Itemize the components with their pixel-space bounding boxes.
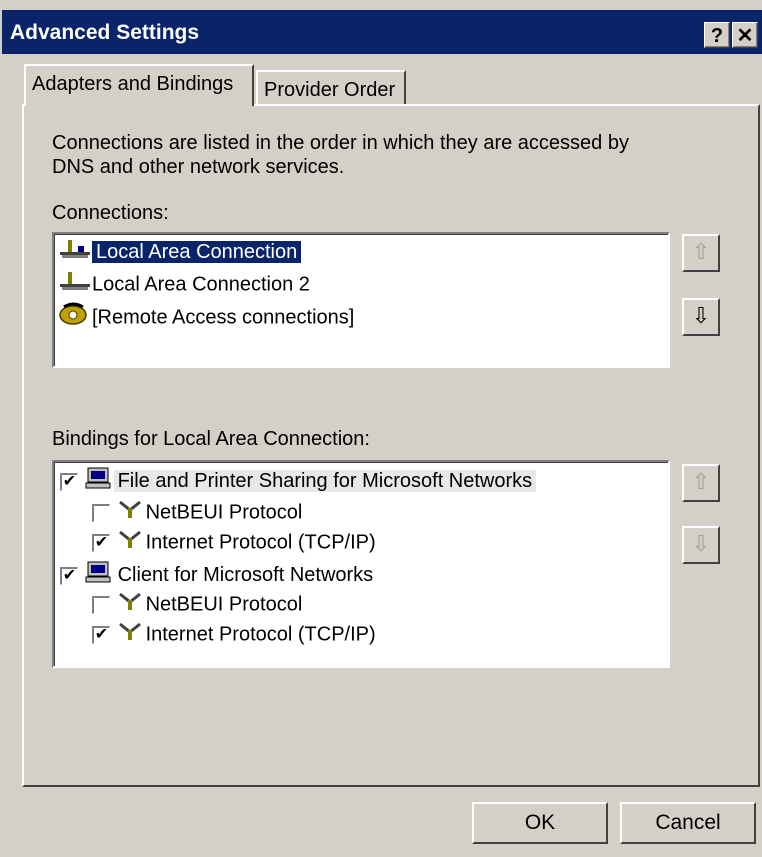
- connections-list[interactable]: Local Area Connection Local Area Connect…: [52, 232, 670, 368]
- dialup-phone-icon: [58, 302, 92, 334]
- list-item[interactable]: Local Area Connection: [58, 238, 302, 268]
- connection-label: Local Area Connection: [92, 241, 302, 264]
- tab-provider-order[interactable]: Provider Order: [256, 70, 406, 106]
- help-button[interactable]: ?: [704, 22, 730, 48]
- list-item[interactable]: NetBEUI Protocol: [92, 498, 302, 526]
- list-item[interactable]: ✔ Client for Microsoft Networks: [60, 560, 377, 588]
- binding-label: Client for Microsoft Networks: [117, 564, 374, 587]
- protocol-icon: [116, 590, 146, 620]
- binding-move-up-button[interactable]: ⇧: [682, 464, 720, 502]
- close-button[interactable]: ✕: [732, 22, 758, 48]
- connection-label: Local Area Connection 2: [92, 273, 310, 296]
- dialog-title: Advanced Settings: [10, 21, 200, 44]
- list-item[interactable]: ✔ Internet Protocol (TCP/IP): [92, 528, 376, 556]
- ok-button[interactable]: OK: [472, 802, 608, 844]
- tab-panel: Connections are listed in the order in w…: [22, 104, 760, 787]
- binding-label: Internet Protocol (TCP/IP): [145, 623, 376, 646]
- list-item[interactable]: [Remote Access connections]: [58, 302, 354, 330]
- binding-label: NetBEUI Protocol: [145, 593, 303, 616]
- binding-move-down-button[interactable]: ⇩: [682, 526, 720, 564]
- connection-label: [Remote Access connections]: [92, 306, 355, 329]
- computer-icon: [84, 466, 114, 498]
- computer-icon: [84, 560, 114, 592]
- protocol-icon: [116, 528, 146, 558]
- connection-move-down-button[interactable]: ⇩: [682, 298, 720, 336]
- title-bar[interactable]: Advanced Settings ? ✕: [2, 10, 762, 54]
- binding-label: Internet Protocol (TCP/IP): [145, 531, 376, 554]
- bindings-label: Bindings for Local Area Connection:: [52, 428, 370, 450]
- cancel-button[interactable]: Cancel: [620, 802, 756, 844]
- intro-text-line1: Connections are listed in the order in w…: [52, 132, 629, 154]
- intro-text-line2: DNS and other network services.: [52, 156, 345, 178]
- binding-checkbox[interactable]: ✔: [92, 626, 110, 644]
- connections-label: Connections:: [52, 202, 169, 224]
- advanced-settings-dialog: Advanced Settings ? ✕ Adapters and Bindi…: [0, 0, 762, 857]
- network-adapter-icon: [58, 270, 92, 300]
- list-item[interactable]: ✔ File and Printer Sharing for Microsoft…: [60, 466, 537, 494]
- binding-label: NetBEUI Protocol: [145, 501, 303, 524]
- network-adapter-icon: [58, 238, 92, 268]
- binding-checkbox[interactable]: [92, 596, 110, 614]
- bindings-list[interactable]: ✔ File and Printer Sharing for Microsoft…: [52, 460, 670, 668]
- list-item[interactable]: ✔ Internet Protocol (TCP/IP): [92, 620, 376, 648]
- protocol-icon: [116, 620, 146, 650]
- tab-adapters-and-bindings[interactable]: Adapters and Bindings: [24, 64, 254, 106]
- binding-checkbox[interactable]: ✔: [92, 534, 110, 552]
- list-item[interactable]: Local Area Connection 2: [58, 270, 310, 298]
- binding-label: File and Printer Sharing for Microsoft N…: [113, 470, 537, 493]
- connection-move-up-button[interactable]: ⇧: [682, 234, 720, 272]
- binding-checkbox[interactable]: ✔: [60, 567, 78, 585]
- list-item[interactable]: NetBEUI Protocol: [92, 590, 302, 618]
- binding-checkbox[interactable]: ✔: [60, 473, 78, 491]
- binding-checkbox[interactable]: [92, 504, 110, 522]
- protocol-icon: [116, 498, 146, 528]
